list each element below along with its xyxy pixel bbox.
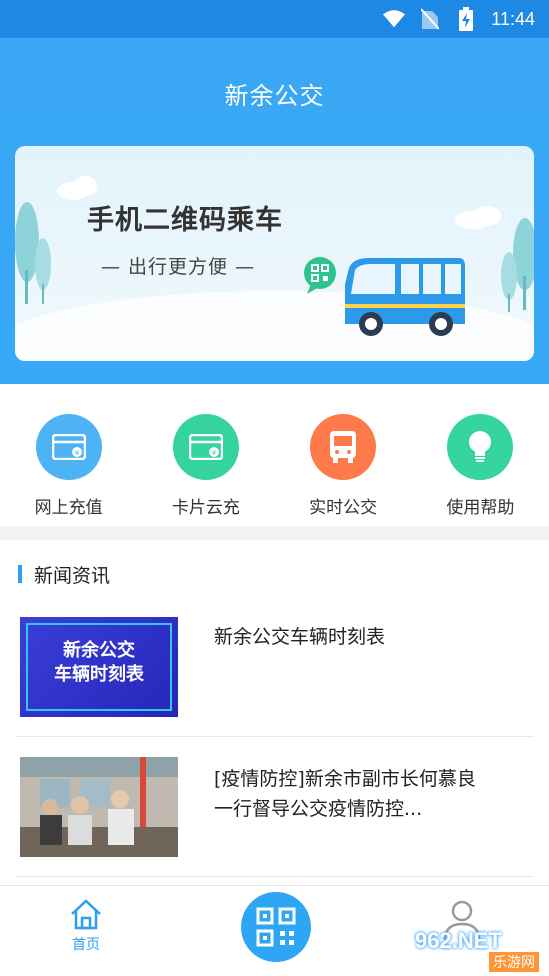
banner-title: 手机二维码乘车 [87, 205, 283, 236]
tree-icon [15, 202, 51, 304]
tree-icon [501, 218, 534, 312]
clock: 11:44 [491, 8, 535, 29]
wifi-icon [383, 8, 406, 30]
watermark-text: 962.NET [415, 928, 502, 953]
qr-bubble-icon [304, 257, 336, 294]
scan-qr-button[interactable] [241, 892, 311, 962]
svg-text:¥: ¥ [74, 449, 79, 457]
news-item[interactable]: 新余公交 车辆时刻表 新余公交车辆时刻表 [16, 612, 534, 737]
nav-home[interactable]: 首页 [56, 896, 116, 954]
home-icon [71, 899, 101, 930]
no-sim-icon [419, 8, 441, 30]
menu-item-realtime-bus[interactable]: 实时公交 [275, 384, 412, 526]
cloud-icon [57, 176, 97, 200]
svg-text:¥: ¥ [212, 449, 217, 457]
header: 新余公交 手机二维码乘车 — 出行更方便 — [0, 38, 549, 384]
menu-label: 卡片云充 [171, 498, 240, 518]
news-title: 新余公交车辆时刻表 [214, 626, 386, 648]
thumb-text-line: 新余公交 [63, 640, 135, 661]
thumb-text-line: 车辆时刻表 [54, 664, 144, 685]
menu-label: 使用帮助 [446, 498, 515, 518]
function-menu: ¥ 网上充值 ¥ 卡片云充 实时公交 使用帮助 [0, 384, 549, 526]
section-divider [0, 526, 549, 540]
nav-home-label: 首页 [72, 937, 100, 953]
banner-subtitle: — 出行更方便 — [101, 256, 256, 278]
menu-label: 网上充值 [34, 498, 103, 518]
news-section-heading: 新闻资讯 [18, 562, 111, 587]
lightbulb-icon [447, 414, 514, 480]
bus-interior-photo [20, 757, 178, 857]
news-title: [疫情防控]新余市副市长何慕良一行督导公交疫情防控... [214, 768, 476, 820]
menu-item-help[interactable]: 使用帮助 [412, 384, 549, 526]
site-watermark: 962.NET 乐游网 [415, 928, 543, 972]
menu-item-online-recharge[interactable]: ¥ 网上充值 [0, 384, 137, 526]
news-thumbnail: 新余公交 车辆时刻表 [20, 617, 178, 717]
status-bar: 11:44 [0, 0, 549, 38]
promo-banner[interactable]: 手机二维码乘车 — 出行更方便 — [15, 146, 534, 361]
watermark-sub: 乐游网 [489, 952, 539, 972]
heading-accent-bar [18, 565, 22, 583]
qr-code-icon [256, 907, 296, 947]
bus-icon [310, 414, 377, 480]
news-heading-text: 新闻资讯 [34, 564, 111, 587]
bus-illustration [345, 258, 465, 336]
page-title: 新余公交 [224, 82, 325, 110]
menu-label: 实时公交 [309, 498, 378, 518]
wallet-card-icon: ¥ [35, 414, 102, 480]
news-item[interactable]: [疫情防控]新余市副市长何慕良一行督导公交疫情防控... [16, 752, 534, 877]
battery-charging-icon [455, 7, 477, 31]
menu-item-card-cloud-recharge[interactable]: ¥ 卡片云充 [137, 384, 274, 526]
thumb-text: 新余公交 车辆时刻表 [20, 639, 178, 687]
news-photo [20, 757, 178, 857]
card-recharge-icon: ¥ [172, 414, 239, 480]
